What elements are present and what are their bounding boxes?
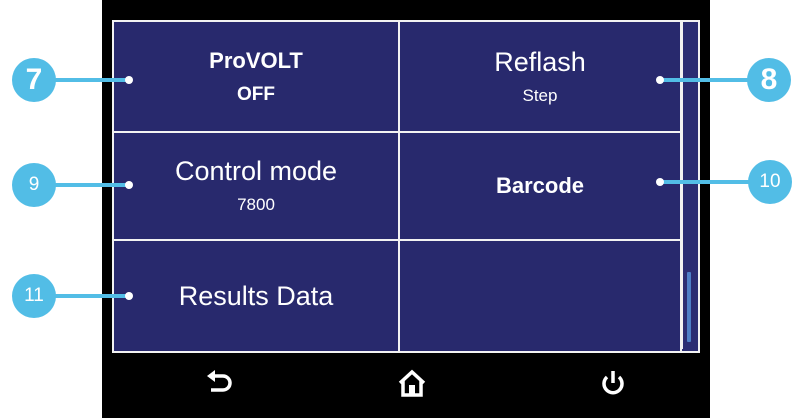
tile-control-mode[interactable]: Control mode 7800 — [114, 133, 400, 241]
callout-8: 8 — [747, 58, 791, 102]
callout-7: 7 — [12, 58, 56, 102]
callout-7-leader — [50, 78, 130, 82]
tile-provolt[interactable]: ProVOLT OFF — [114, 22, 400, 133]
tile-reflash-value: Step — [522, 85, 558, 105]
callout-11: 11 — [12, 274, 56, 318]
callout-10-dot — [656, 178, 664, 186]
callout-10: 10 — [748, 160, 792, 204]
power-icon — [602, 370, 624, 394]
callout-10-leader — [660, 180, 760, 184]
callout-11-leader — [50, 294, 130, 298]
bottom-nav — [112, 355, 700, 410]
power-button[interactable] — [583, 355, 643, 410]
tile-provolt-value: OFF — [237, 83, 275, 105]
home-button[interactable] — [382, 355, 442, 410]
tile-reflash-title: Reflash — [494, 46, 586, 77]
tile-reflash[interactable]: Reflash Step — [400, 22, 682, 133]
scrollbar-thumb[interactable] — [687, 272, 691, 342]
back-arrow-icon — [207, 369, 232, 392]
callout-8-leader — [660, 78, 760, 82]
home-icon — [398, 369, 426, 397]
tile-results-data[interactable]: Results Data — [114, 241, 400, 351]
tile-control-mode-title: Control mode — [174, 156, 338, 186]
callout-9-dot — [125, 181, 133, 189]
callout-9: 9 — [12, 163, 56, 207]
tile-control-mode-value: 7800 — [237, 195, 275, 214]
tile-results-data-title: Results Data — [178, 281, 334, 311]
callout-7-dot — [125, 76, 133, 84]
menu-panel: ProVOLT OFF Reflash Step Control mode 78… — [112, 20, 700, 353]
callout-8-dot — [656, 76, 664, 84]
callout-11-dot — [125, 292, 133, 300]
tile-provolt-title: ProVOLT — [209, 47, 303, 73]
callout-9-leader — [50, 183, 130, 187]
back-button[interactable] — [189, 355, 249, 410]
tile-barcode-title: Barcode — [495, 173, 585, 198]
tile-barcode[interactable]: Barcode — [400, 133, 682, 241]
tile-empty — [400, 241, 682, 351]
scrollbar[interactable] — [681, 22, 695, 349]
